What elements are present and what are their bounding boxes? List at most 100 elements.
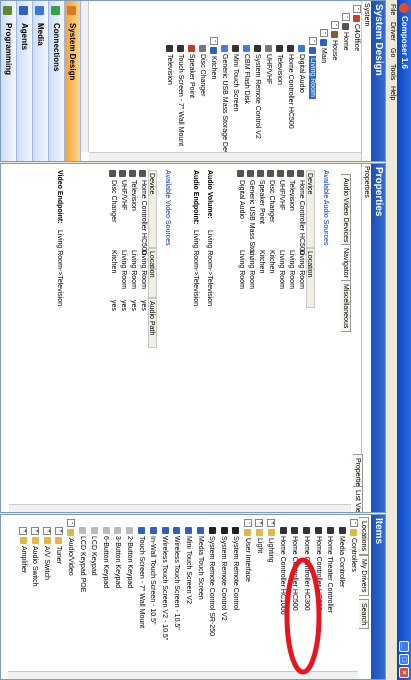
system-tree-item[interactable]: UHF/VHF [264, 45, 273, 84]
table-row[interactable]: UHF/VHF Living Room [275, 170, 285, 330]
table-row[interactable]: Television Living Room [285, 170, 295, 330]
system-tree-item[interactable]: - C4Office [352, 5, 361, 51]
table-row[interactable]: Disc Changer Kitchen [265, 170, 275, 330]
expander-icon[interactable]: - [341, 13, 350, 21]
items-tree-item[interactable]: + Audio Switch [30, 527, 40, 586]
nav-system-design[interactable]: System Design [65, 1, 81, 161]
nav-media[interactable]: Media [33, 1, 49, 161]
items-tree-item[interactable]: + Tuner [54, 527, 63, 564]
system-tree-hscrollbar[interactable] [80, 1, 89, 152]
tab-miscellaneous[interactable]: Miscellaneous [341, 280, 351, 333]
system-tree-scrollbar[interactable] [89, 152, 361, 162]
tab-audio-video-devices[interactable]: Audio Video Devices [341, 174, 351, 247]
system-tree-item[interactable]: Generic USB Mass Storage Device [220, 45, 229, 162]
video-device-column-header[interactable]: Device [148, 170, 157, 248]
system-tree-item[interactable]: System Remote Control V2 [253, 45, 262, 139]
audio-location-column-header[interactable]: Location [306, 248, 315, 308]
items-tree-item[interactable]: 2-Button Keypad [125, 527, 134, 588]
system-tree-item[interactable]: - House [330, 21, 339, 60]
menu-file[interactable]: File [389, 4, 396, 15]
audio-endpoint-value[interactable]: Living Room->Television [192, 230, 199, 306]
items-tree-item[interactable]: - Controllers [349, 519, 358, 572]
video-location-column-header[interactable]: Location [148, 248, 157, 298]
table-row[interactable]: Generic USB Mass Stor... Living Room [245, 170, 255, 330]
minimize-button[interactable]: _ [399, 641, 409, 652]
video-endpoint-value[interactable]: Living Room->Television [56, 230, 63, 306]
table-row[interactable]: Television Living Room yes [127, 170, 137, 370]
tab-locations[interactable]: Locations [359, 517, 369, 555]
audio-device-column-header[interactable]: Device [306, 170, 315, 248]
expander-icon[interactable]: + [43, 527, 52, 535]
items-tree-item[interactable]: + A/V Switch [42, 527, 52, 580]
items-tree-item[interactable]: - Audio/Video [66, 519, 75, 576]
expander-icon[interactable]: - [308, 37, 317, 45]
items-tree-item[interactable]: In-Wall Touch Screen - 10.5" [148, 527, 157, 624]
system-tree-item[interactable]: - Main [319, 29, 328, 63]
items-tree-item[interactable]: + Light [255, 519, 264, 553]
items-tree-item[interactable]: Mini Touch Screen V2 [184, 527, 193, 604]
tab-search[interactable]: Search [359, 599, 369, 630]
expander-icon[interactable]: - [243, 519, 252, 527]
items-tree-item[interactable]: Wireless Touch Screen - 10.5" [172, 527, 181, 630]
table-row[interactable]: Home Controller HC500 Living Room [295, 170, 305, 330]
expander-icon[interactable]: - [66, 519, 75, 527]
expander-icon[interactable]: - [352, 5, 361, 13]
system-tree-item[interactable]: Speaker Point [187, 45, 196, 98]
system-tree-item[interactable]: Television [165, 45, 174, 85]
expander-icon[interactable]: + [54, 527, 63, 535]
items-tree-item[interactable]: - User Interface [243, 519, 252, 582]
tab-list-view[interactable]: List View [353, 486, 363, 513]
system-tree-item[interactable]: Mini Touch Screen [231, 45, 240, 111]
expander-icon[interactable]: - [209, 37, 218, 45]
expander-icon[interactable]: + [255, 519, 264, 527]
nav-agents[interactable]: Agents [17, 1, 33, 161]
maximize-button[interactable]: □ [399, 654, 409, 665]
system-tree-item[interactable]: - Living Room [308, 37, 317, 99]
video-audio-path-column-header[interactable]: Audio Path [148, 298, 157, 348]
items-tree-item[interactable]: 6-Button Keypad [101, 527, 110, 588]
items-tree-item[interactable]: Wireless Touch Screen V2 - 10.5" [160, 527, 169, 640]
system-tree-item[interactable]: - Kitchen [209, 37, 218, 79]
items-tree-item[interactable]: + Lighting [266, 519, 276, 563]
system-tree-item[interactable]: Television [275, 45, 284, 85]
items-tree-item[interactable]: + Amplifier [19, 527, 28, 573]
nav-programming[interactable]: Programming [1, 1, 17, 161]
items-tree-item[interactable]: Touch Screen - 7" Wall Mount [137, 527, 146, 628]
items-tree-item[interactable]: System Remote Control [231, 527, 240, 610]
expander-icon[interactable]: - [349, 519, 358, 527]
items-tree-item[interactable]: System Remote Control SR-250 [207, 527, 216, 636]
items-tree-item[interactable]: Home Theater Controller [325, 527, 334, 613]
audio-volume-value[interactable]: Living Room->Television [206, 230, 213, 306]
menu-driver[interactable]: Driver [389, 22, 396, 41]
tab-navigator[interactable]: Navigator [341, 244, 351, 282]
close-button[interactable]: × [399, 667, 409, 678]
menu-help[interactable]: Help [389, 86, 396, 100]
system-tree-item[interactable]: Home Controller HC500 [286, 45, 295, 129]
system-tree-item[interactable]: Digital Audio [297, 45, 306, 93]
expander-icon[interactable]: - [319, 29, 328, 37]
items-tree-item[interactable]: LCD Keypad POE [78, 527, 87, 592]
system-tree-item[interactable]: Disc Changer [198, 45, 207, 96]
nav-connections[interactable]: Connections [49, 1, 65, 161]
table-row[interactable]: Home Controller HC500 Living Room yes [137, 170, 147, 370]
menu-tools[interactable]: Tools [389, 64, 396, 80]
table-row[interactable]: UHF/VHF Living Room yes [117, 170, 127, 370]
expander-icon[interactable]: - [330, 21, 339, 29]
properties-scrollbar[interactable] [9, 504, 351, 513]
items-tree-item[interactable]: Media Controller [337, 527, 346, 587]
items-tree-item[interactable]: Media Touch Screen [196, 527, 205, 600]
system-tree-item[interactable]: - Home [341, 13, 350, 51]
system-tree-item[interactable]: Touch Screen - 7" Wall Mount [176, 45, 185, 146]
expander-icon[interactable]: + [19, 527, 28, 535]
system-tree-item[interactable]: CBM Flash Disk [242, 45, 251, 104]
expander-icon[interactable]: + [267, 519, 276, 527]
tab-my-drivers[interactable]: My Drivers [359, 555, 369, 597]
table-row[interactable]: Disc Changer Kitchen yes [107, 170, 117, 370]
expander-icon[interactable]: + [31, 527, 40, 535]
menu-go[interactable]: Go [389, 48, 396, 57]
table-row[interactable]: Speaker Point Kitchen [255, 170, 265, 330]
items-tree-item[interactable]: LCD Keypad [89, 527, 98, 576]
items-tree-item[interactable]: System Remote Control V2 [219, 527, 228, 621]
items-tree-item[interactable]: 3-Button Keypad [113, 527, 122, 588]
table-row[interactable]: Digital Audio Living Room [235, 170, 245, 330]
